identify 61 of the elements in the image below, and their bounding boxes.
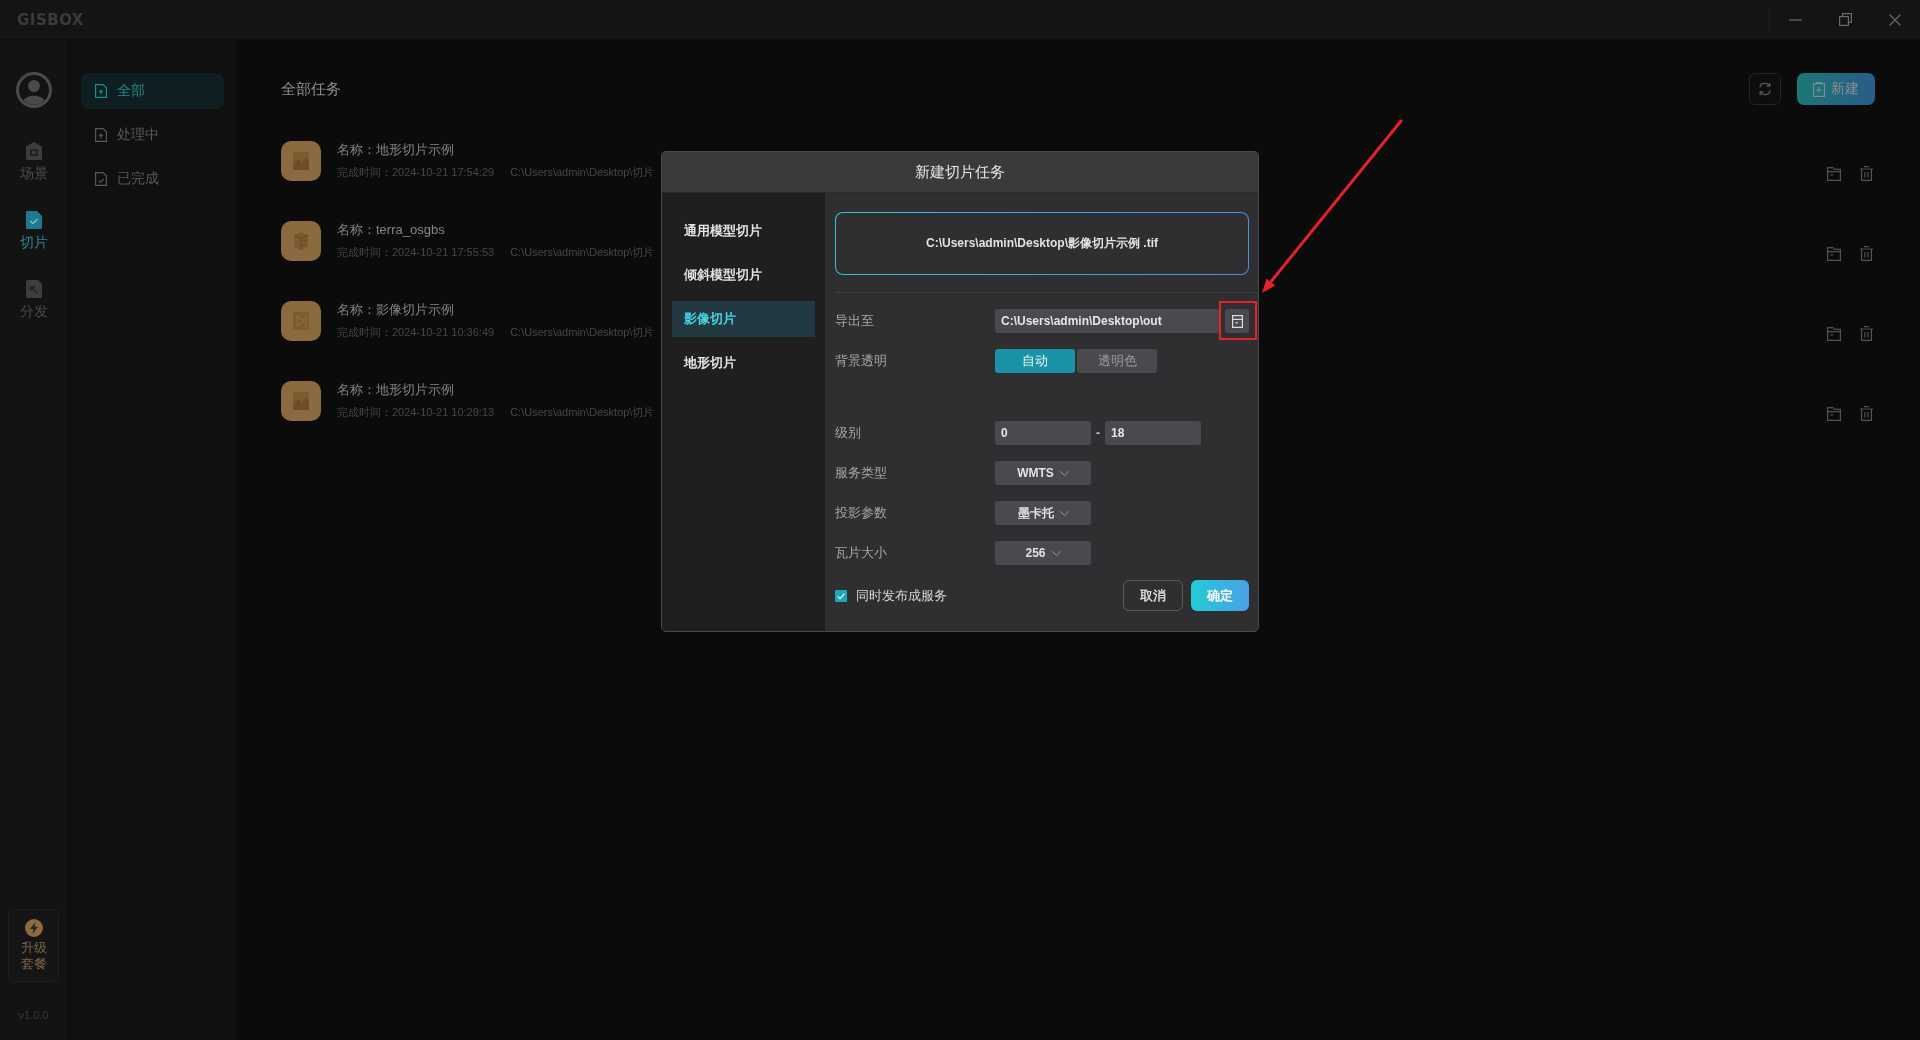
field-label: 瓦片大小 <box>835 544 887 562</box>
tile-type-tab[interactable]: 倾斜模型切片 <box>672 257 815 293</box>
field-label: 投影参数 <box>835 504 887 522</box>
mountain-file-icon <box>281 141 321 181</box>
field-label: 级别 <box>835 424 861 442</box>
dialog-title: 新建切片任务 <box>915 162 1005 182</box>
dropdown[interactable]: WMTS <box>995 461 1091 485</box>
field-label: 背景透明 <box>835 352 887 370</box>
file-plus-icon <box>1813 81 1825 97</box>
checkbox[interactable] <box>835 589 847 602</box>
folder-icon[interactable] <box>1827 166 1841 181</box>
dropdown[interactable]: 墨卡托 <box>995 501 1091 525</box>
output-path-field[interactable]: C:\Users\admin\Desktop\out <box>995 309 1220 333</box>
min-level-field[interactable]: 0 <box>995 421 1091 445</box>
drawer-icon <box>1231 314 1243 328</box>
box-file-icon <box>281 221 321 261</box>
task-name: 名称：地形切片示例 <box>337 382 454 398</box>
option-toggle[interactable]: 自动 <box>995 349 1075 373</box>
restore-icon[interactable] <box>1838 13 1852 26</box>
filter-tab[interactable]: 全部 <box>81 73 224 109</box>
chevron-down-icon <box>1051 550 1061 556</box>
dropdown[interactable]: 256 <box>995 541 1091 565</box>
refresh-icon <box>1758 82 1772 96</box>
task-name: 名称：地形切片示例 <box>337 142 454 158</box>
checkbox-label: 同时发布成服务 <box>856 586 947 605</box>
chevron-down-icon <box>1059 510 1069 516</box>
avatar-icon[interactable] <box>15 72 52 108</box>
folder-icon[interactable] <box>1827 246 1841 261</box>
minimize-icon[interactable] <box>1788 18 1802 21</box>
browse-button[interactable] <box>1225 309 1249 333</box>
task-name: 名称：影像切片示例 <box>337 302 454 318</box>
trash-icon[interactable] <box>1860 166 1873 181</box>
folder-icon[interactable] <box>1827 326 1841 341</box>
folder-icon[interactable] <box>1827 406 1841 421</box>
tile-type-tab[interactable]: 影像切片 <box>672 301 815 337</box>
document-check-icon <box>25 211 42 229</box>
max-level-field[interactable]: 18 <box>1105 421 1201 445</box>
trash-icon[interactable] <box>1860 326 1873 341</box>
file-arrow-icon <box>25 280 42 298</box>
file-upload-icon <box>95 84 107 98</box>
tile-type-tab[interactable]: 地形切片 <box>672 345 815 381</box>
file-drop-area[interactable]: C:\Users\admin\Desktop\影像切片示例 .tif <box>835 212 1249 275</box>
refresh-button[interactable] <box>1749 73 1781 105</box>
close-icon[interactable] <box>1889 13 1901 26</box>
cancel-button[interactable]: 取消 <box>1123 580 1183 611</box>
lightning-icon <box>24 919 43 937</box>
house-icon <box>25 142 42 160</box>
mountain-file-icon <box>281 381 321 421</box>
chevron-down-icon <box>1059 470 1069 476</box>
file-check-icon <box>95 172 107 186</box>
page-title: 全部任务 <box>281 79 341 99</box>
nav-tab[interactable]: 切片 <box>19 211 48 252</box>
trash-icon[interactable] <box>1860 246 1873 261</box>
field-label: 导出至 <box>835 312 874 330</box>
range-separator: - <box>1095 426 1101 440</box>
play-file-icon <box>281 301 321 341</box>
tile-type-tab[interactable]: 通用模型切片 <box>672 213 815 249</box>
field-label: 服务类型 <box>835 464 887 482</box>
task-name: 名称：terra_osgbs <box>337 222 445 238</box>
file-upload-icon <box>95 128 107 142</box>
trash-icon[interactable] <box>1860 406 1873 421</box>
